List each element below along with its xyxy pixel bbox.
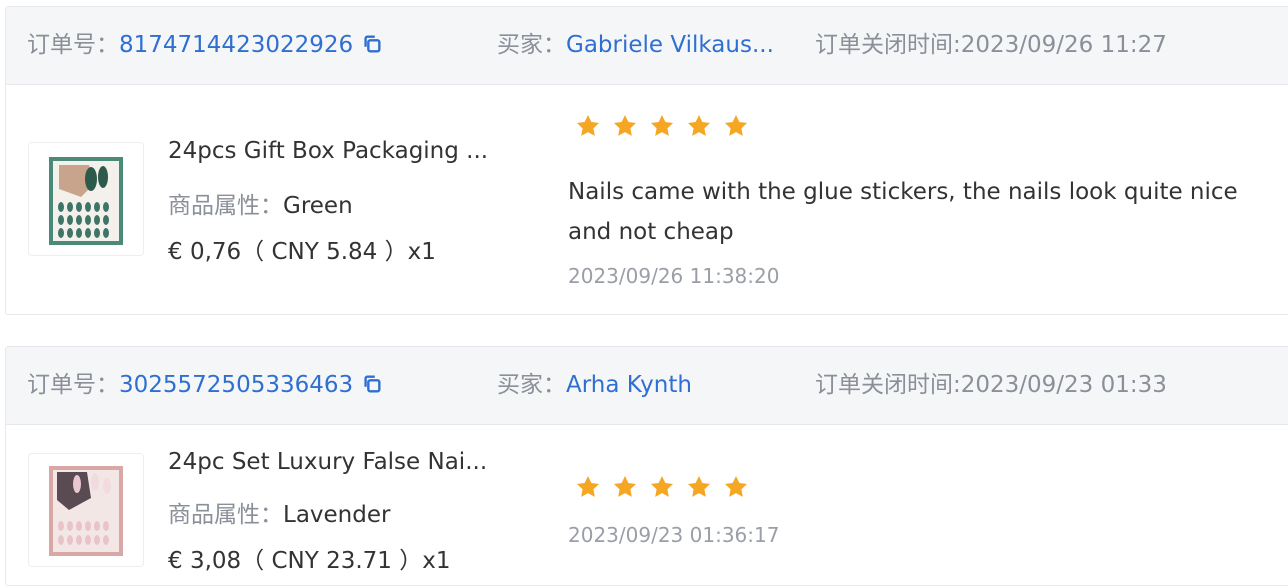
review-text: Nails came with the glue stickers, the n… xyxy=(568,179,1238,245)
product-thumbnail[interactable] xyxy=(28,142,144,256)
product-thumbnail[interactable] xyxy=(28,453,144,567)
nail-product-image xyxy=(49,466,123,556)
buyer-label: 买家： xyxy=(497,32,566,58)
nail-product-image xyxy=(49,157,123,245)
star-icon xyxy=(724,475,748,497)
star-icon xyxy=(613,114,637,136)
order-card: 订单号：3025572505336463 买家：Arha Kynth 订单关闭时… xyxy=(5,346,1288,586)
closed-time-label: 订单关闭时间: xyxy=(815,372,961,398)
order-number-label: 订单号： xyxy=(27,32,119,58)
order-closed-time: 订单关闭时间:2023/09/23 01:33 xyxy=(815,347,1167,424)
star-icon xyxy=(650,114,674,136)
order-header: 订单号：8174714423022926 买家：Gabriele Vilkaus… xyxy=(6,7,1288,85)
order-number: 订单号：8174714423022926 xyxy=(27,7,383,84)
star-icon xyxy=(613,475,637,497)
product-title-link[interactable]: 24pc Set Luxury False Nai... xyxy=(168,449,487,475)
buyer: 买家：Gabriele Vilkaus... xyxy=(497,7,774,84)
order-closed-time: 订单关闭时间:2023/09/26 11:27 xyxy=(815,7,1167,84)
star-icon xyxy=(650,475,674,497)
star-icon xyxy=(687,114,711,136)
review-time: 2023/09/26 11:38:20 xyxy=(568,264,780,288)
order-number-link[interactable]: 3025572505336463 xyxy=(119,372,353,398)
product-attribute: 商品属性：Lavender xyxy=(168,495,390,529)
buyer-label: 买家： xyxy=(497,372,566,398)
product-attribute-value: Lavender xyxy=(283,502,391,528)
buyer-name-link[interactable]: Gabriele Vilkaus... xyxy=(566,7,774,84)
buyer-name-link[interactable]: Arha Kynth xyxy=(566,347,692,424)
product-title-link[interactable]: 24pcs Gift Box Packaging ... xyxy=(168,138,488,164)
star-icon xyxy=(576,475,600,497)
closed-time-value: 2023/09/23 01:33 xyxy=(960,372,1167,398)
star-rating xyxy=(575,113,749,143)
order-card: 订单号：8174714423022926 买家：Gabriele Vilkaus… xyxy=(5,6,1288,315)
product-price: € 0,76（ CNY 5.84 ）x1 xyxy=(168,239,436,265)
product-price: € 3,08（ CNY 23.71 ）x1 xyxy=(168,548,451,574)
product-attribute-label: 商品属性： xyxy=(168,502,283,528)
star-icon xyxy=(724,114,748,136)
order-number-label: 订单号： xyxy=(27,372,119,398)
order-number-link[interactable]: 8174714423022926 xyxy=(119,32,353,58)
copy-icon[interactable] xyxy=(361,33,383,55)
review-time: 2023/09/23 01:36:17 xyxy=(568,523,780,547)
product-attribute-value: Green xyxy=(283,193,353,219)
order-header: 订单号：3025572505336463 买家：Arha Kynth 订单关闭时… xyxy=(6,347,1288,425)
closed-time-value: 2023/09/26 11:27 xyxy=(960,32,1167,58)
copy-icon[interactable] xyxy=(361,373,383,395)
order-number: 订单号：3025572505336463 xyxy=(27,347,383,424)
buyer: 买家：Arha Kynth xyxy=(497,347,692,424)
product-attribute-label: 商品属性： xyxy=(168,193,283,219)
star-icon xyxy=(576,114,600,136)
star-icon xyxy=(687,475,711,497)
star-rating xyxy=(575,474,749,504)
closed-time-label: 订单关闭时间: xyxy=(815,32,961,58)
product-attribute: 商品属性：Green xyxy=(168,186,353,220)
